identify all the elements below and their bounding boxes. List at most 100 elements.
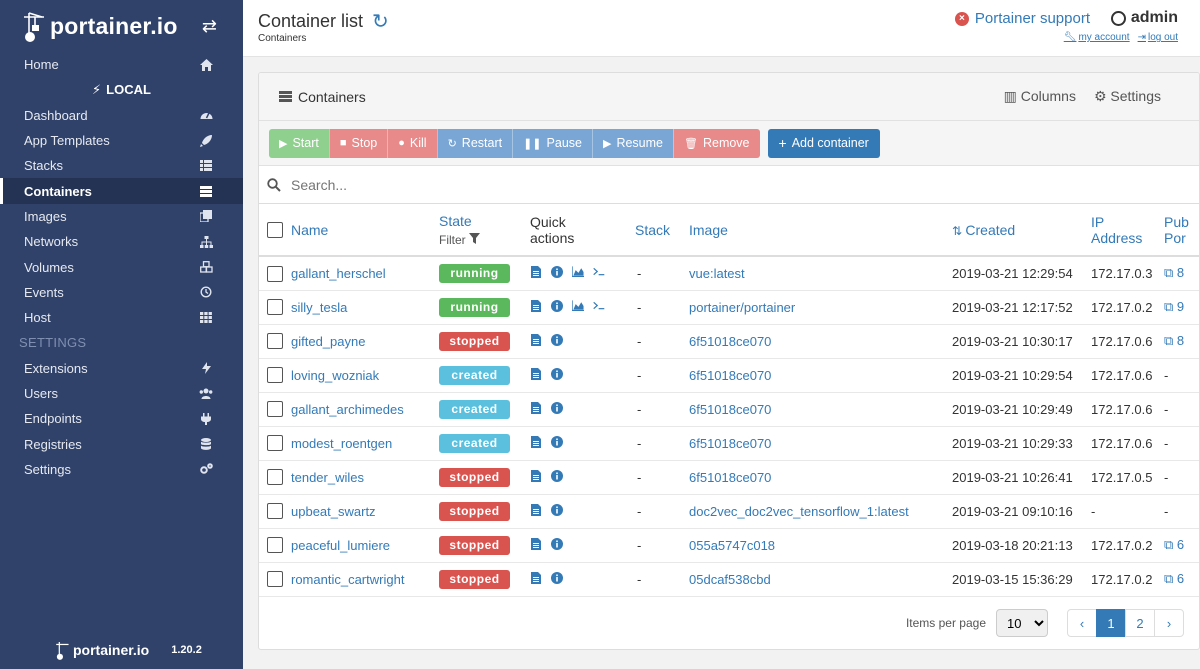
column-header-name[interactable]: Name — [291, 222, 328, 238]
file-icon[interactable] — [530, 469, 542, 482]
column-header-state[interactable]: State — [439, 213, 522, 229]
search-input[interactable] — [291, 176, 791, 193]
image-link[interactable]: doc2vec_doc2vec_tensorflow_1:latest — [689, 504, 909, 519]
sidebar-item-home[interactable]: Home — [0, 52, 243, 77]
page-1-button[interactable]: 1 — [1096, 609, 1126, 637]
state-filter[interactable]: Filter — [439, 232, 522, 247]
info-circle-icon[interactable] — [551, 265, 563, 278]
sidebar-item-endpoints[interactable]: Endpoints — [0, 406, 243, 431]
next-page-button[interactable]: › — [1154, 609, 1184, 637]
image-link[interactable]: vue:latest — [689, 266, 745, 281]
support-link[interactable]: × Portainer support — [954, 10, 1090, 27]
ports-cell[interactable]: ⧉ 8 — [1164, 265, 1184, 280]
file-icon[interactable] — [530, 299, 542, 312]
file-icon[interactable] — [530, 435, 542, 448]
remove-button[interactable]: 🗑︎ Remove — [673, 128, 760, 158]
file-icon[interactable] — [530, 401, 542, 414]
row-checkbox[interactable] — [267, 571, 283, 588]
container-name-link[interactable]: loving_wozniak — [291, 368, 379, 383]
column-header-created[interactable]: Created — [965, 222, 1015, 238]
area-chart-icon[interactable] — [572, 266, 584, 278]
resume-button[interactable]: ▶ Resume — [591, 128, 673, 158]
row-checkbox[interactable] — [267, 299, 283, 316]
file-icon[interactable] — [530, 503, 542, 516]
ports-cell[interactable]: ⧉ 9 — [1164, 299, 1184, 314]
columns-button[interactable]: ▥ Columns — [1004, 88, 1076, 105]
image-link[interactable]: 6f51018ce070 — [689, 470, 771, 485]
row-checkbox[interactable] — [267, 367, 283, 384]
info-circle-icon[interactable] — [551, 503, 563, 516]
container-name-link[interactable]: romantic_cartwright — [291, 572, 404, 587]
sidebar-item-containers[interactable]: Containers — [0, 178, 243, 204]
info-circle-icon[interactable] — [551, 299, 563, 312]
pause-button[interactable]: ❚❚ Pause — [512, 128, 592, 158]
file-icon[interactable] — [530, 265, 542, 278]
settings-button[interactable]: ⚙ Settings — [1094, 88, 1161, 105]
ports-cell[interactable]: ⧉ 6 — [1164, 537, 1184, 552]
sidebar-item-stacks[interactable]: Stacks — [0, 153, 243, 178]
row-checkbox[interactable] — [267, 401, 283, 418]
add-container-button[interactable]: + Add container — [767, 128, 880, 158]
sidebar-item-host[interactable]: Host — [0, 305, 243, 330]
sidebar-item-networks[interactable]: Networks — [0, 229, 243, 254]
sidebar-item-users[interactable]: Users — [0, 381, 243, 406]
container-name-link[interactable]: gifted_payne — [291, 334, 365, 349]
refresh-icon[interactable]: ↻ — [372, 9, 389, 34]
image-link[interactable]: 6f51018ce070 — [689, 368, 771, 383]
info-circle-icon[interactable] — [551, 435, 563, 448]
prev-page-button[interactable]: ‹ — [1067, 609, 1097, 637]
exchange-icon[interactable]: ⇄ — [202, 16, 217, 37]
image-link[interactable]: 6f51018ce070 — [689, 436, 771, 451]
ports-cell[interactable]: ⧉ 6 — [1164, 571, 1184, 586]
column-header-image[interactable]: Image — [689, 222, 728, 238]
row-checkbox[interactable] — [267, 537, 283, 554]
ports-cell[interactable]: ⧉ 8 — [1164, 333, 1184, 348]
info-circle-icon[interactable] — [551, 333, 563, 346]
row-checkbox[interactable] — [267, 503, 283, 520]
image-link[interactable]: portainer/portainer — [689, 300, 795, 315]
column-header-ports[interactable]: Pub Por — [1164, 214, 1199, 246]
page-2-button[interactable]: 2 — [1125, 609, 1155, 637]
area-chart-icon[interactable] — [572, 300, 584, 312]
info-circle-icon[interactable] — [551, 571, 563, 584]
container-name-link[interactable]: tender_wiles — [291, 470, 364, 485]
stop-button[interactable]: ■ Stop — [328, 128, 388, 158]
my-account-link[interactable]: 🔧︎ my account — [1064, 32, 1130, 43]
row-checkbox[interactable] — [267, 333, 283, 350]
info-circle-icon[interactable] — [551, 401, 563, 414]
log-out-link[interactable]: ⇥ log out — [1138, 32, 1178, 43]
column-header-stack[interactable]: Stack — [635, 222, 670, 238]
info-circle-icon[interactable] — [551, 469, 563, 482]
row-checkbox[interactable] — [267, 265, 283, 282]
terminal-icon[interactable] — [593, 300, 605, 312]
sidebar-item-app-templates[interactable]: App Templates — [0, 128, 243, 153]
container-name-link[interactable]: upbeat_swartz — [291, 504, 376, 519]
restart-button[interactable]: ↻ Restart — [436, 128, 513, 158]
sidebar-item-settings[interactable]: Settings — [0, 457, 243, 482]
file-icon[interactable] — [530, 333, 542, 346]
container-name-link[interactable]: gallant_archimedes — [291, 402, 404, 417]
container-name-link[interactable]: modest_roentgen — [291, 436, 392, 451]
sidebar-item-extensions[interactable]: Extensions — [0, 356, 243, 381]
select-all-checkbox[interactable] — [267, 222, 283, 239]
row-checkbox[interactable] — [267, 469, 283, 486]
file-icon[interactable] — [530, 571, 542, 584]
sidebar-item-events[interactable]: Events — [0, 280, 243, 305]
image-link[interactable]: 6f51018ce070 — [689, 402, 771, 417]
image-link[interactable]: 055a5747c018 — [689, 538, 775, 553]
info-circle-icon[interactable] — [551, 537, 563, 550]
sidebar-item-images[interactable]: Images — [0, 204, 243, 229]
brand-logo[interactable]: portainer.io — [22, 9, 178, 43]
container-name-link[interactable]: gallant_herschel — [291, 266, 386, 281]
column-header-ip[interactable]: IP Address — [1091, 214, 1156, 246]
container-name-link[interactable]: silly_tesla — [291, 300, 347, 315]
file-icon[interactable] — [530, 537, 542, 550]
image-link[interactable]: 05dcaf538cbd — [689, 572, 771, 587]
items-per-page-select[interactable]: 10 — [996, 609, 1048, 637]
kill-button[interactable]: ● Kill — [387, 128, 437, 158]
start-button[interactable]: ▶ Start — [269, 128, 329, 158]
terminal-icon[interactable] — [593, 266, 605, 278]
info-circle-icon[interactable] — [551, 367, 563, 380]
file-icon[interactable] — [530, 367, 542, 380]
image-link[interactable]: 6f51018ce070 — [689, 334, 771, 349]
